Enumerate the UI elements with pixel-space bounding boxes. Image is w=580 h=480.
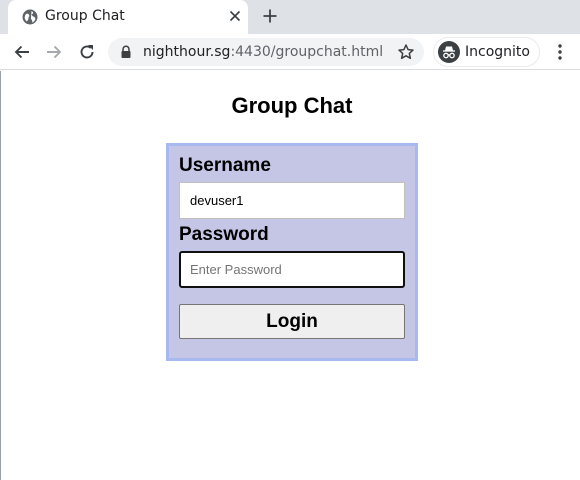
more-vert-icon[interactable] <box>552 43 568 61</box>
url-path: :4430/groupchat.html <box>230 44 384 60</box>
login-form: Username Password Login <box>166 143 418 361</box>
globe-icon <box>22 9 38 25</box>
password-input[interactable] <box>179 251 405 288</box>
address-bar[interactable]: nighthour.sg:4430/groupchat.html <box>108 38 424 66</box>
page-content: Group Chat Username Password Login <box>0 71 580 480</box>
url-text[interactable]: nighthour.sg:4430/groupchat.html <box>143 44 383 60</box>
tab-strip: Group Chat <box>0 0 580 34</box>
url-host: nighthour.sg <box>143 44 231 60</box>
password-label: Password <box>179 224 269 245</box>
incognito-badge[interactable]: Incognito <box>433 37 540 67</box>
page-title: Group Chat <box>231 93 353 118</box>
back-arrow-icon[interactable] <box>12 42 32 62</box>
close-tab-icon[interactable] <box>227 8 243 24</box>
reload-icon[interactable] <box>77 42 97 62</box>
browser-tab[interactable]: Group Chat <box>8 0 248 34</box>
browser-toolbar: nighthour.sg:4430/groupchat.html Incogni… <box>0 34 580 70</box>
login-button[interactable]: Login <box>179 304 405 339</box>
tab-title: Group Chat <box>45 8 125 24</box>
incognito-label: Incognito <box>465 44 530 60</box>
lock-icon[interactable] <box>120 45 132 59</box>
bookmark-star-icon[interactable] <box>397 43 415 61</box>
incognito-icon <box>438 41 460 63</box>
forward-arrow-icon <box>47 45 62 59</box>
username-label: Username <box>179 155 271 176</box>
new-tab-icon[interactable] <box>262 8 278 24</box>
username-input[interactable] <box>179 182 405 219</box>
